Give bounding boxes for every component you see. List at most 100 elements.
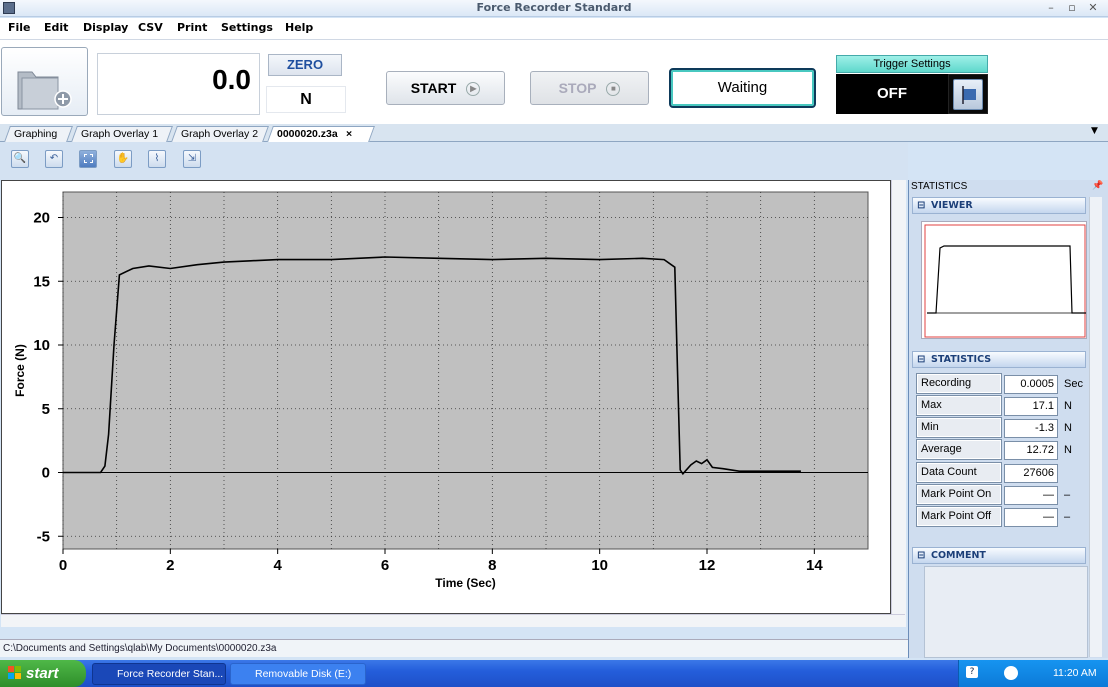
comment-field[interactable] [924, 566, 1088, 658]
trigger-state: OFF [836, 74, 948, 114]
viewer-preview [924, 224, 1086, 338]
x-tick-label: 14 [806, 557, 823, 574]
graph-vertical-scrollbar[interactable] [891, 180, 906, 627]
minimize-icon[interactable]: – [1041, 0, 1061, 16]
y-tick-label: -5 [37, 528, 50, 545]
graph-toolbar [0, 142, 908, 180]
tab-label: Graph Overlay 1 [81, 128, 159, 140]
tab-menu-icon[interactable]: ▼ [1091, 126, 1098, 136]
stat-unit: – [1064, 489, 1071, 501]
y-tick-label: 10 [33, 337, 50, 354]
x-tick-label: 2 [166, 557, 174, 574]
stat-label-data-count: Data Count [916, 462, 1002, 483]
x-tick-label: 6 [381, 557, 389, 574]
stop-button[interactable]: STOP ■ [530, 71, 649, 105]
file-path: C:\Documents and Settings\qlab\My Docume… [0, 639, 908, 657]
stat-value-mark-point-on: — [1004, 486, 1058, 505]
stat-label-average: Average [916, 439, 1002, 460]
menu-bar [0, 18, 1108, 40]
folder-add-icon [17, 71, 72, 110]
stat-label-min: Min [916, 417, 1002, 438]
pin-icon[interactable]: 📌 [1092, 181, 1103, 191]
zero-button[interactable]: ZERO [268, 54, 342, 76]
panel-scrollbar[interactable] [1089, 197, 1102, 657]
tab-label: Graphing [14, 128, 58, 140]
play-icon: ▶ [466, 82, 481, 97]
menu-display[interactable]: Display [83, 21, 128, 34]
statistics-header[interactable]: STATISTICS [912, 351, 1086, 368]
tab-label: 0000020.z3a [277, 128, 338, 140]
maximize-icon[interactable]: ▫ [1062, 0, 1082, 16]
help-tray-icon[interactable]: ? [966, 666, 978, 678]
select-area-icon[interactable] [79, 150, 97, 168]
start-button[interactable]: START ▶ [386, 71, 505, 105]
stat-unit: Sec [1064, 378, 1083, 390]
x-tick-label: 0 [59, 557, 67, 574]
comment-header[interactable]: COMMENT [912, 547, 1086, 564]
graph-area[interactable]: 0 2 4 6 8 10 12 14 -5 0 5 10 15 20 Time (Sec) Force (N) [1, 180, 891, 614]
tab-file[interactable]: 0000020.z3a × [267, 126, 375, 142]
tab-label: Graph Overlay 2 [181, 128, 259, 140]
zoom-100-icon[interactable]: 🔍 [11, 150, 29, 168]
stat-label-recording: Recording [916, 373, 1002, 394]
stat-value-mark-point-off: — [1004, 508, 1058, 527]
x-tick-label: 12 [699, 557, 716, 574]
tab-close-icon[interactable]: × [346, 127, 352, 141]
trigger-icon [962, 86, 976, 104]
pan-hand-icon[interactable]: ✋ [114, 150, 132, 168]
menu-csv[interactable]: CSV [138, 21, 163, 34]
y-tick-label: 20 [33, 210, 50, 227]
stat-unit: N [1064, 400, 1072, 412]
task-label: Force Recorder Stan... [117, 668, 224, 680]
close-icon[interactable]: ✕ [1083, 0, 1103, 16]
cursor-select-icon[interactable]: ⇲ [183, 150, 201, 168]
tab-graphing[interactable]: Graphing [4, 126, 73, 142]
y-tick-label: 15 [33, 273, 50, 290]
taskbar-removable-disk[interactable]: Removable Disk (E:) [230, 663, 366, 685]
start-label: START [410, 80, 457, 96]
task-label: Removable Disk (E:) [255, 668, 352, 680]
tab-graph-overlay-1[interactable]: Graph Overlay 1 [71, 126, 173, 142]
force-readout: 0.0 [97, 53, 260, 115]
menu-file[interactable]: File [8, 21, 31, 34]
trigger-settings-button[interactable] [948, 74, 988, 114]
x-tick-label: 4 [273, 557, 282, 574]
stat-label-max: Max [916, 395, 1002, 416]
stat-value-min: -1.3 [1004, 419, 1058, 438]
y-tick-label: 0 [42, 465, 50, 482]
stat-unit: N [1064, 422, 1072, 434]
stat-value-average: 12.72 [1004, 441, 1058, 460]
stop-icon: ■ [606, 82, 621, 97]
force-chart[interactable]: 0 2 4 6 8 10 12 14 -5 0 5 10 15 20 Time (Sec) Force (N) [2, 181, 890, 613]
windows-flag-icon [8, 666, 21, 679]
stat-value-max: 17.1 [1004, 397, 1058, 416]
stat-label-mark-point-on: Mark Point On [916, 484, 1002, 505]
stat-unit: – [1064, 511, 1071, 523]
open-file-button[interactable] [1, 47, 88, 116]
network-tray-icon[interactable] [1004, 666, 1018, 680]
viewer-thumbnail[interactable] [921, 221, 1087, 339]
menu-print[interactable]: Print [177, 21, 207, 34]
x-axis-label: Time (Sec) [435, 576, 495, 590]
stop-label: STOP [558, 80, 597, 96]
y-tick-label: 5 [42, 401, 50, 418]
viewer-header[interactable]: VIEWER [912, 197, 1086, 214]
menu-edit[interactable]: Edit [44, 21, 68, 34]
x-tick-label: 10 [591, 557, 608, 574]
stat-unit: N [1064, 444, 1072, 456]
y-axis-label: Force (N) [13, 344, 27, 397]
menu-settings[interactable]: Settings [221, 21, 273, 34]
taskbar-clock: 11:20 AM [1053, 667, 1097, 679]
tab-graph-overlay-2[interactable]: Graph Overlay 2 [171, 126, 269, 142]
taskbar-force-recorder[interactable]: Force Recorder Stan... [92, 663, 226, 685]
stat-label-mark-point-off: Mark Point Off [916, 506, 1002, 527]
undo-icon[interactable]: ↶ [45, 150, 63, 168]
trigger-settings-label: Trigger Settings [836, 55, 988, 73]
x-tick-label: 8 [488, 557, 496, 574]
readout-value: 0.0 [212, 64, 251, 95]
unit-display: N [266, 86, 346, 113]
menu-help[interactable]: Help [285, 21, 313, 34]
graph-horizontal-scrollbar[interactable] [1, 614, 905, 627]
mark-point-icon[interactable]: ⌇ [148, 150, 166, 168]
window-title: Force Recorder Standard [476, 1, 632, 14]
